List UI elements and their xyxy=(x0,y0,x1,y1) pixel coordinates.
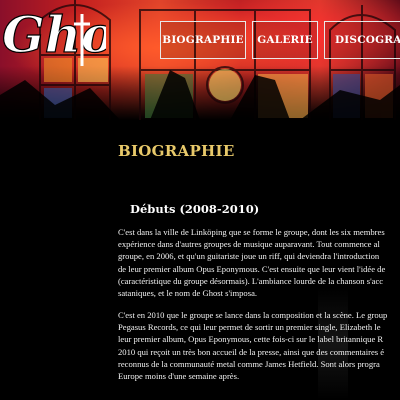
page-title: BIOGRAPHIE xyxy=(118,142,235,160)
paragraph-line: Pegasus Records, ce qui leur permet de s… xyxy=(118,322,381,333)
main-navigation: BIOGRAPHIE GALERIE DISCOGRAPHIE xyxy=(160,21,400,59)
paragraph-line: groupe, en 2006, et qu'un guitariste jou… xyxy=(118,251,380,262)
paragraph-line: sataniques, et le nom de Ghost s'imposa. xyxy=(118,288,258,299)
svg-text:Ghost: Ghost xyxy=(2,5,106,64)
nav-discographie[interactable]: DISCOGRAPHIE xyxy=(324,21,400,59)
paragraph-1: C'est dans la ville de Linköping que se … xyxy=(118,226,400,299)
section-title: Débuts (2008-2010) xyxy=(130,202,260,216)
paragraph-line: expérience dans d'autres groupes de musi… xyxy=(118,239,380,250)
paragraph-line: (caractéristique du groupe désormais). L… xyxy=(118,275,384,286)
header-banner: Ghost BIOGRAPHIE GALERIE DISCOGRAPHIE xyxy=(0,0,400,120)
paragraph-line: C'est en 2010 que le groupe se lance dan… xyxy=(118,310,388,320)
paragraph-line: reconnus de la communauté metal comme Ja… xyxy=(118,358,380,369)
nav-biographie[interactable]: BIOGRAPHIE xyxy=(160,21,246,59)
paragraph-2: C'est en 2010 que le groupe se lance dan… xyxy=(118,309,400,382)
paragraph-line: de leur premier album Opus Eponymous. C'… xyxy=(118,263,386,274)
paragraph-line: C'est dans la ville de Linköping que se … xyxy=(118,227,385,237)
paragraph-line: 2010 qui reçoit un très bon accueil de l… xyxy=(118,346,385,357)
nav-galerie[interactable]: GALERIE xyxy=(252,21,318,59)
main-content: BIOGRAPHIE Débuts (2008-2010) C'est dans… xyxy=(0,120,400,400)
ghost-logo[interactable]: Ghost xyxy=(0,0,106,70)
paragraph-line: Europe moins d'une semaine après. xyxy=(118,371,240,382)
paragraph-line: leur premier album, Opus Eponymous, cett… xyxy=(118,334,384,345)
